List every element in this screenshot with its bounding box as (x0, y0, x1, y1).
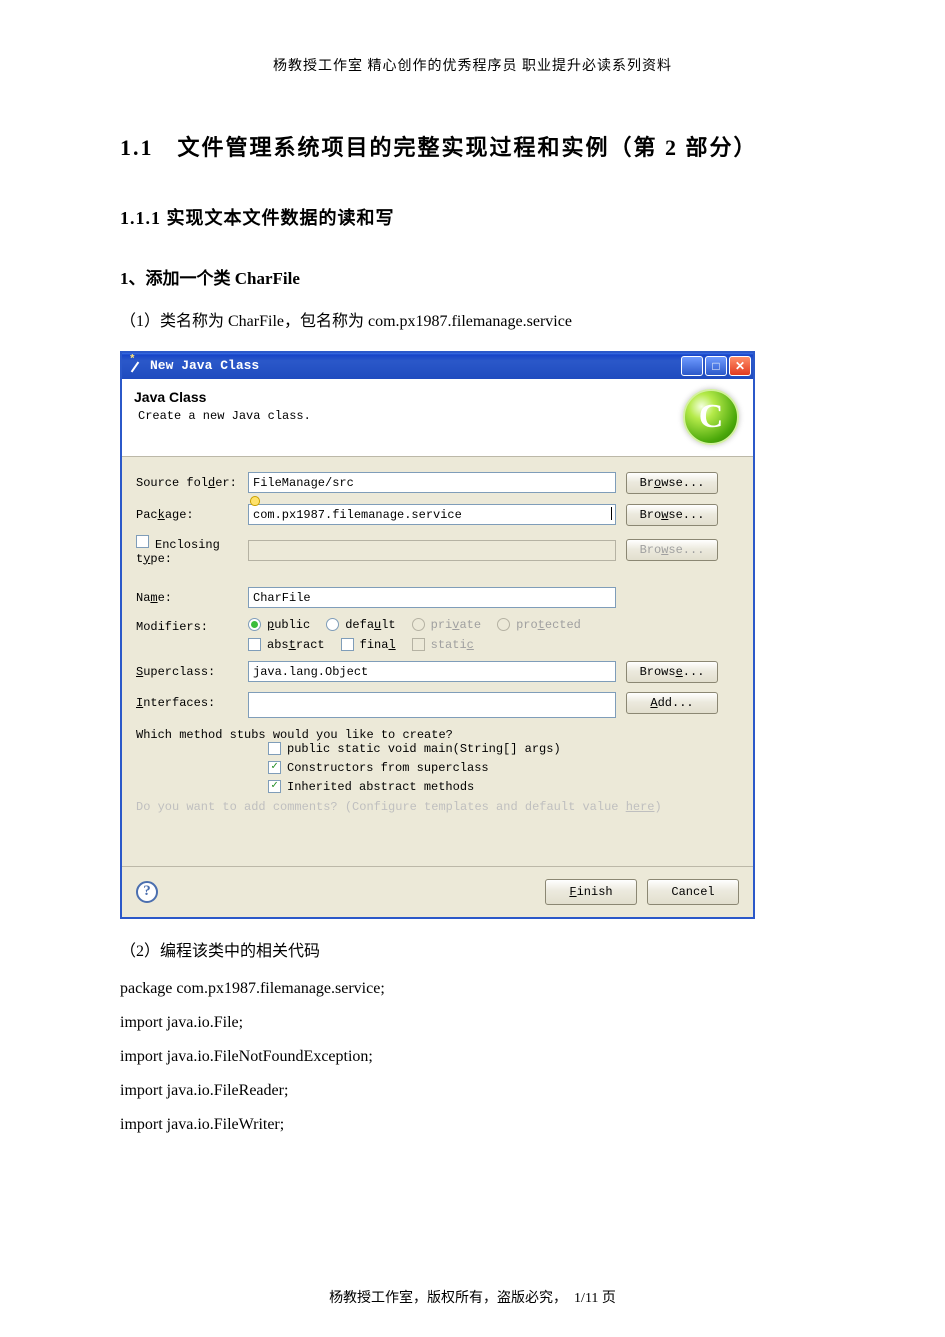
modifier-abstract[interactable]: abstract (248, 638, 325, 652)
superclass-input[interactable] (248, 661, 616, 682)
browse-package-button[interactable]: Browse... (626, 504, 718, 526)
form-area: Source folder: Browse... Package: Browse… (122, 457, 753, 866)
interfaces-input[interactable] (248, 692, 616, 718)
text-caret (611, 507, 612, 520)
code-line-4: import java.io.FileReader; (120, 1082, 825, 1100)
modifier-public[interactable]: public (248, 618, 310, 632)
code-line-5: import java.io.FileWriter; (120, 1116, 825, 1134)
page-footer: 杨教授工作室，版权所有，盗版必究， 1/11 页 (0, 1287, 945, 1307)
heading-3: 1、添加一个类 CharFile (120, 264, 825, 289)
add-interface-button[interactable]: Add... (626, 692, 718, 714)
code-line-2: import java.io.File; (120, 1014, 825, 1032)
window-title: New Java Class (150, 358, 259, 373)
new-java-class-dialog: New Java Class _ □ ✕ Java Class Create a… (120, 351, 755, 919)
minimize-button[interactable]: _ (681, 356, 703, 376)
stub-main-checkbox[interactable] (268, 742, 281, 755)
modifier-static: static (412, 638, 474, 652)
enclosing-type-label: Enclosing type: (136, 535, 248, 566)
comments-hint: Do you want to add comments? (Configure … (136, 800, 739, 814)
modifiers-label: Modifiers: (136, 618, 248, 634)
finish-button[interactable]: Finish (545, 879, 637, 905)
suggestion-icon (250, 496, 260, 506)
package-label: Package: (136, 508, 248, 522)
banner-subtitle: Create a new Java class. (134, 409, 741, 423)
name-input[interactable] (248, 587, 616, 608)
source-folder-label: Source folder: (136, 476, 248, 490)
stubs-question: Which method stubs would you like to cre… (136, 728, 739, 742)
heading-2: 1.1.1 实现文本文件数据的读和写 (120, 204, 825, 230)
page-header: 杨教授工作室 精心创作的优秀程序员 职业提升必读系列资料 (120, 55, 825, 75)
help-icon[interactable]: ? (136, 881, 158, 903)
browse-source-button[interactable]: Browse... (626, 472, 718, 494)
modifier-private: private (412, 618, 481, 632)
heading-1: 1.1 文件管理系统项目的完整实现过程和实例（第 2 部分） (120, 130, 825, 162)
cancel-button[interactable]: Cancel (647, 879, 739, 905)
package-input[interactable] (248, 504, 616, 525)
source-folder-input[interactable] (248, 472, 616, 493)
class-icon: C (683, 389, 739, 445)
stub-inherited-checkbox[interactable] (268, 780, 281, 793)
paragraph-1: （1）类名称为 CharFile，包名称为 com.px1987.fileman… (120, 309, 825, 335)
superclass-label: Superclass: (136, 665, 248, 679)
enclosing-type-checkbox[interactable] (136, 535, 149, 548)
interfaces-label: Interfaces: (136, 692, 248, 710)
paragraph-2: （2）编程该类中的相关代码 (120, 939, 825, 965)
code-line-3: import java.io.FileNotFoundException; (120, 1048, 825, 1066)
modifier-final[interactable]: final (341, 638, 396, 652)
dialog-banner: Java Class Create a new Java class. C (122, 379, 753, 457)
browse-enclosing-button: Browse... (626, 539, 718, 561)
enclosing-type-input (248, 540, 616, 561)
stub-constructors-label: Constructors from superclass (287, 761, 489, 775)
modifier-protected: protected (497, 618, 581, 632)
maximize-button[interactable]: □ (705, 356, 727, 376)
wizard-icon (128, 358, 144, 374)
name-label: Name: (136, 591, 248, 605)
browse-superclass-button[interactable]: Browse... (626, 661, 718, 683)
code-line-1: package com.px1987.filemanage.service; (120, 980, 825, 998)
stub-constructors-checkbox[interactable] (268, 761, 281, 774)
stub-main-label: public static void main(String[] args) (287, 742, 561, 756)
dialog-footer: ? Finish Cancel (122, 866, 753, 917)
close-button[interactable]: ✕ (729, 356, 751, 376)
stub-inherited-label: Inherited abstract methods (287, 780, 474, 794)
modifier-default[interactable]: default (326, 618, 395, 632)
banner-title: Java Class (134, 389, 741, 405)
title-bar[interactable]: New Java Class _ □ ✕ (122, 353, 753, 379)
